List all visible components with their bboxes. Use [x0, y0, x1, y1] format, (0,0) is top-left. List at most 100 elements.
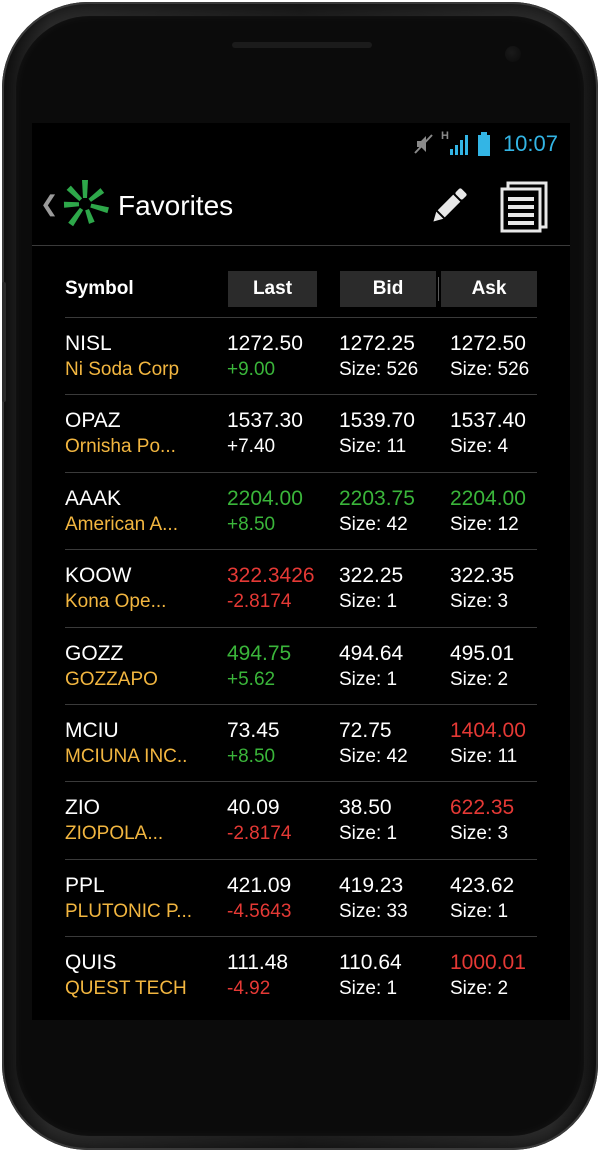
action-bar: ❮ Favorites: [32, 165, 570, 246]
quote-ask-size: Size: 3: [450, 591, 509, 613]
quote-bid-price: 72.75: [339, 718, 392, 742]
quote-symbol: GOZZ: [65, 641, 124, 665]
network-type-label: H: [440, 130, 449, 142]
quote-last-price: 1537.30: [227, 409, 303, 433]
mute-icon: [414, 134, 433, 154]
status-icons: H 10:07: [413, 130, 558, 157]
quote-bid-price: 419.23: [339, 873, 404, 897]
quote-ask-price: 2204.00: [450, 486, 526, 510]
quote-change: -4.92: [227, 978, 271, 1000]
quote-ask-price: 1404.00: [450, 718, 526, 742]
quote-bid-size: Size: 526: [339, 359, 419, 380]
list-icon[interactable]: [498, 179, 552, 233]
quote-change: +8.50: [227, 513, 276, 535]
quote-company-name: ZIOPOLA...: [65, 823, 164, 845]
quote-symbol: PPL: [65, 873, 105, 897]
quote-ask-size: Size: 1: [450, 900, 509, 922]
status-bar: H 10:07: [32, 123, 570, 163]
battery-icon: [477, 132, 490, 156]
quote-change: -2.8174: [227, 823, 292, 845]
quote-company-name: Ni Soda Corp: [65, 359, 180, 380]
quote-ask-size: Size: 2: [450, 668, 509, 690]
quote-change: +7.40: [227, 436, 276, 458]
quote-ask-price: 1537.40: [450, 409, 526, 433]
column-header-symbol: Symbol: [65, 278, 134, 299]
quote-company-name: QUEST TECH: [65, 978, 187, 1000]
quote-bid-price: 494.64: [339, 641, 404, 665]
quote-ask-price: 322.35: [450, 564, 515, 588]
sort-ask-button[interactable]: Ask: [441, 271, 537, 307]
quote-ask-price: 622.35: [450, 796, 515, 820]
quote-last-price: 421.09: [227, 873, 292, 897]
quote-bid-size: Size: 1: [339, 591, 398, 613]
quote-company-name: Ornisha Po...: [65, 436, 176, 458]
quote-last-price: 73.45: [227, 718, 280, 742]
quote-bid-price: 1272.25: [339, 332, 415, 355]
quote-ask-price: 1000.01: [450, 951, 526, 975]
quote-bid-price: 110.64: [339, 951, 402, 975]
quote-bid-size: Size: 1: [339, 978, 398, 1000]
quote-ask-price: 1272.50: [450, 332, 526, 355]
pencil-icon[interactable]: [424, 181, 474, 231]
quote-row[interactable]: QUIS QUEST TECH 111.48 -4.92 110.64 Size: 1 10…: [65, 936, 537, 1013]
quote-row[interactable]: AAAK American A... 2204.00 +8.50 2203.75 Size…: [65, 471, 537, 549]
quote-ask-price: 423.62: [450, 873, 515, 897]
quote-last-price: 1272.50: [227, 332, 303, 355]
quote-row[interactable]: OPAZ Ornisha Po... 1537.30 +7.40 1539.70 Size…: [65, 394, 537, 471]
quote-bid-price: 1539.70: [339, 409, 415, 433]
page-title: Favorites: [118, 190, 234, 221]
quote-symbol: AAAK: [65, 486, 122, 510]
quote-row[interactable]: MCIU MCIUNA INC.. 73.45 +8.50 72.75 Size: 42 1…: [65, 703, 537, 781]
quote-symbol: OPAZ: [65, 409, 121, 433]
quote-bid-size: Size: 33: [339, 900, 408, 922]
quote-symbol: KOOW: [65, 564, 132, 588]
quote-row[interactable]: KOOW Kona Ope... 322.3426 -2.8174 322.25 Size…: [65, 549, 537, 626]
quote-company-name: Kona Ope...: [65, 591, 167, 613]
quote-change: +9.00: [227, 359, 276, 380]
phone-speaker: [232, 42, 372, 48]
quote-company-name: American A...: [65, 513, 178, 535]
quote-symbol: ZIO: [65, 796, 100, 820]
quote-ask-size: Size: 2: [450, 978, 509, 1000]
phone-camera: [505, 46, 521, 62]
quote-bid-size: Size: 42: [339, 745, 408, 767]
sort-bid-button[interactable]: Bid: [340, 271, 436, 307]
quote-bid-size: Size: 1: [339, 823, 398, 845]
app-logo-icon[interactable]: [56, 175, 114, 233]
quote-bid-size: Size: 1: [339, 668, 398, 690]
quote-bid-size: Size: 42: [339, 513, 408, 535]
quote-change: -2.8174: [227, 591, 292, 613]
quote-symbol: QUIS: [65, 951, 117, 975]
quote-symbol: MCIU: [65, 718, 119, 742]
quote-change: +5.62: [227, 668, 276, 690]
header-divider: [438, 277, 439, 301]
quote-ask-size: Size: 11: [450, 745, 518, 767]
quote-row[interactable]: ZIO ZIOPOLA... 40.09 -2.8174 38.50 Size: 1 622…: [65, 781, 537, 858]
quote-last-price: 494.75: [227, 641, 292, 665]
quote-ask-size: Size: 12: [450, 513, 519, 535]
quote-symbol: NISL: [65, 332, 112, 355]
sort-last-button[interactable]: Last: [228, 271, 317, 307]
status-time: 10:07: [502, 131, 558, 156]
quote-company-name: GOZZAPO: [65, 668, 158, 690]
screen: H 10:07 ❮ Favorites Symbol Last Bid Ask …: [32, 123, 570, 1020]
quote-row[interactable]: GOZZ GOZZAPO 494.75 +5.62 494.64 Size: 1 495.0…: [65, 626, 537, 704]
volume-button: [2, 282, 6, 402]
quote-change: +8.50: [227, 745, 276, 767]
quote-list: NISL Ni Soda Corp 1272.50 +9.00 1272.25 Size:…: [32, 317, 570, 1014]
quote-bid-price: 38.50: [339, 796, 392, 820]
quote-last-price: 2204.00: [227, 486, 303, 510]
quote-company-name: MCIUNA INC..: [65, 745, 188, 767]
quote-bid-price: 2203.75: [339, 486, 415, 510]
quote-last-price: 111.48: [227, 951, 289, 975]
quote-last-price: 40.09: [227, 796, 280, 820]
signal-icon: [449, 135, 468, 155]
quote-bid-price: 322.25: [339, 564, 404, 588]
quote-change: -4.5643: [227, 900, 292, 922]
quote-row[interactable]: NISL Ni Soda Corp 1272.50 +9.00 1272.25 Size:…: [65, 317, 537, 394]
quote-ask-price: 495.01: [450, 641, 515, 665]
quote-row[interactable]: PPL PLUTONIC P... 421.09 -4.5643 419.23 Size:…: [65, 858, 537, 936]
quote-ask-size: Size: 3: [450, 823, 509, 845]
quote-bid-size: Size: 11: [339, 436, 407, 458]
quote-ask-size: Size: 526: [450, 359, 530, 380]
